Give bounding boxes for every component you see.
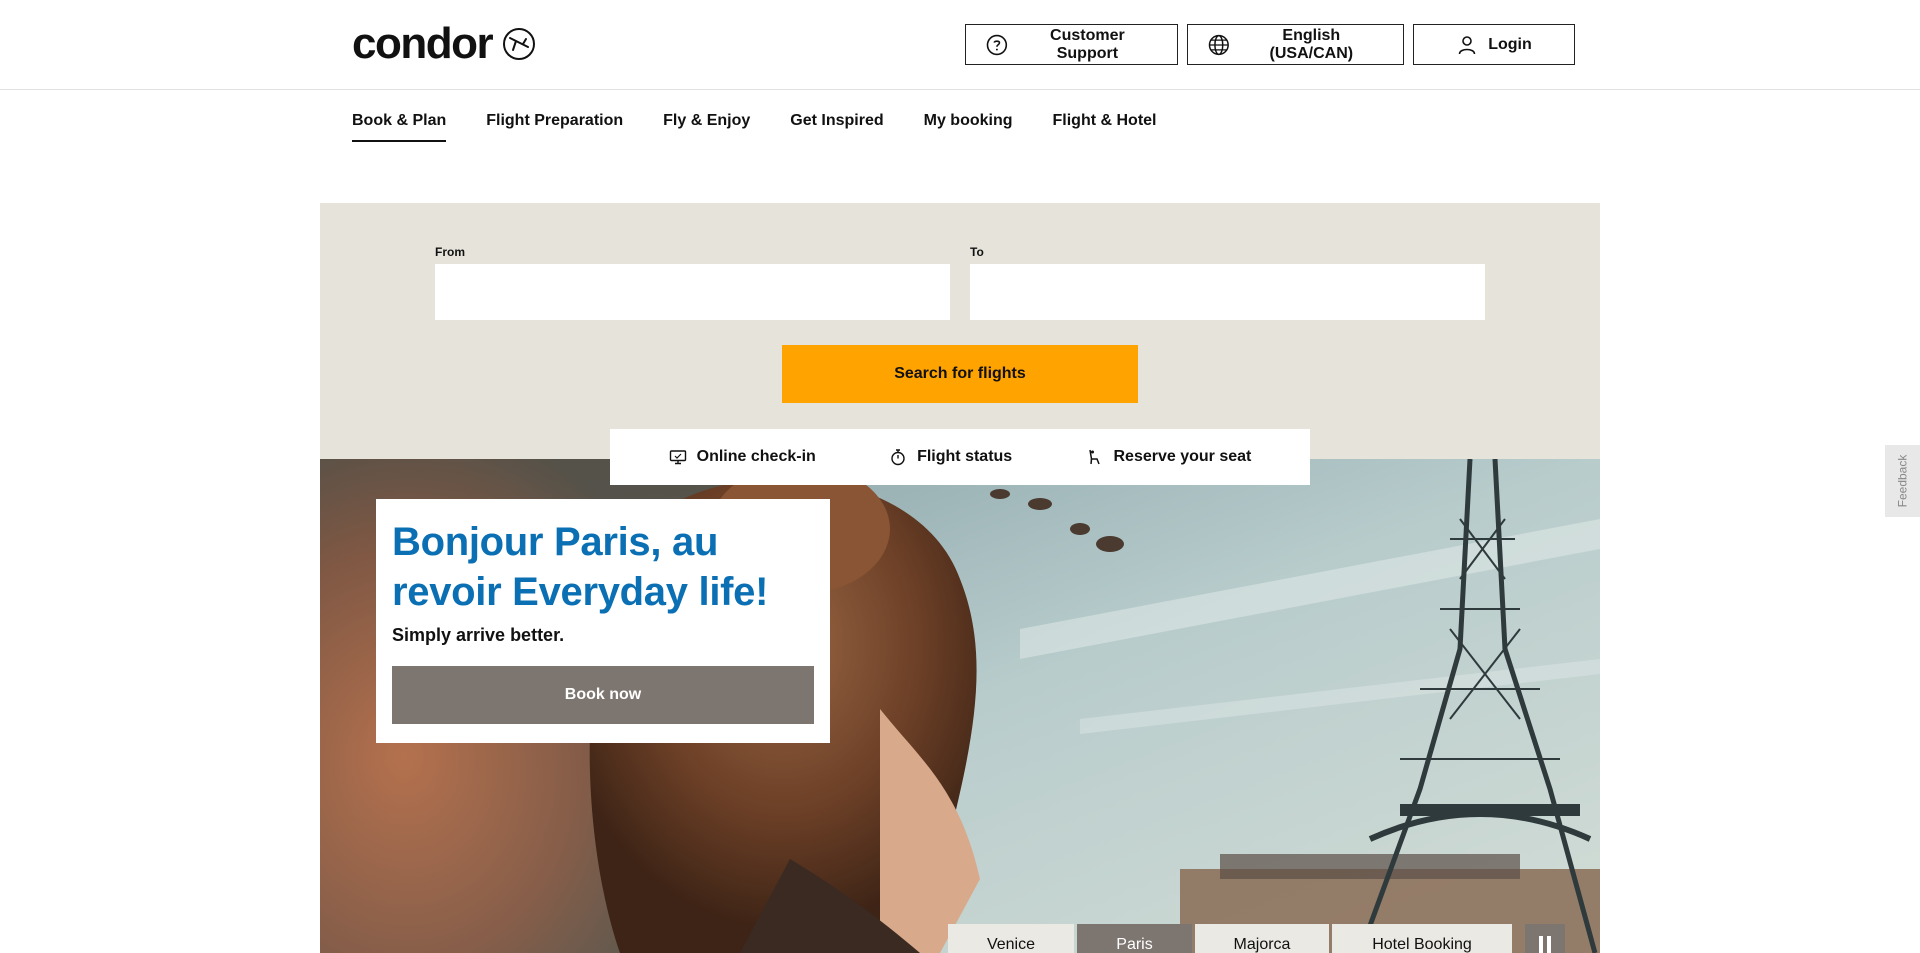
- user-icon: [1458, 35, 1476, 54]
- language-label: English (USA/CAN): [1269, 26, 1354, 62]
- promo-card: Bonjour Paris, au revoir Everyday life! …: [376, 499, 830, 743]
- quick-links-bar: Online check-in Flight status Reserve yo…: [610, 429, 1310, 485]
- nav-my-booking[interactable]: My booking: [924, 112, 1013, 142]
- promo-subtitle: Simply arrive better.: [392, 625, 565, 645]
- feedback-label: Feedback: [1895, 454, 1910, 508]
- reserve-seat-link[interactable]: Reserve your seat: [1085, 448, 1251, 466]
- from-label: From: [435, 245, 465, 259]
- nav-flight-preparation[interactable]: Flight Preparation: [486, 112, 623, 142]
- online-check-in-link[interactable]: Online check-in: [669, 448, 816, 466]
- tab-hotel-booking[interactable]: Hotel Booking: [1332, 924, 1512, 953]
- tab-paris[interactable]: Paris: [1077, 924, 1192, 953]
- nav-get-inspired[interactable]: Get Inspired: [790, 112, 883, 142]
- nav-fly-and-enjoy[interactable]: Fly & Enjoy: [663, 112, 750, 142]
- globe-icon: [1208, 34, 1229, 55]
- carousel-pause-button[interactable]: [1525, 924, 1565, 953]
- login-button[interactable]: Login: [1413, 24, 1575, 65]
- nav-book-and-plan[interactable]: Book & Plan: [352, 112, 447, 142]
- plane-logo-icon: [503, 28, 536, 60]
- logo-wordmark: condor: [352, 19, 494, 68]
- customer-support-label: Customer Support: [1050, 26, 1125, 62]
- flight-status-link[interactable]: Flight status: [889, 448, 1012, 466]
- site-header: condor Customer Support English (USA/CAN…: [0, 0, 1920, 90]
- to-label: To: [970, 245, 984, 259]
- stopwatch-icon: [891, 449, 905, 466]
- flight-status-label: Flight status: [917, 448, 1013, 465]
- to-field: To: [970, 245, 1485, 320]
- header-actions: Customer Support English (USA/CAN) Login: [965, 24, 1575, 65]
- nav-flight-and-hotel[interactable]: Flight & Hotel: [1053, 112, 1157, 142]
- pause-icon: [1539, 936, 1543, 953]
- reserve-seat-label: Reserve your seat: [1113, 448, 1252, 465]
- language-selector-button[interactable]: English (USA/CAN): [1187, 24, 1404, 65]
- login-label: Login: [1488, 35, 1532, 53]
- flight-search-panel: From To Search for flights: [320, 203, 1600, 459]
- condor-logo[interactable]: condor: [352, 22, 536, 66]
- from-field: From: [435, 245, 950, 320]
- pause-icon-bar: [1547, 936, 1551, 953]
- feedback-tab[interactable]: Feedback: [1885, 445, 1920, 517]
- tab-majorca[interactable]: Majorca: [1195, 924, 1329, 953]
- question-circle-icon: [986, 34, 1008, 55]
- to-input[interactable]: [970, 264, 1485, 320]
- book-now-button[interactable]: Book now: [392, 666, 814, 724]
- tab-venice[interactable]: Venice: [948, 924, 1074, 953]
- customer-support-button[interactable]: Customer Support: [965, 24, 1178, 65]
- promo-title: Bonjour Paris, au revoir Everyday life!: [392, 520, 769, 614]
- from-input[interactable]: [435, 264, 950, 320]
- carousel-tabs: Venice Paris Majorca Hotel Booking: [948, 924, 1512, 953]
- seat-icon: [1089, 449, 1101, 465]
- monitor-icon: [669, 450, 686, 465]
- online-check-in-label: Online check-in: [696, 448, 816, 465]
- main-navigation: Book & Plan Flight Preparation Fly & Enj…: [352, 112, 1157, 142]
- search-flights-button[interactable]: Search for flights: [782, 345, 1138, 403]
